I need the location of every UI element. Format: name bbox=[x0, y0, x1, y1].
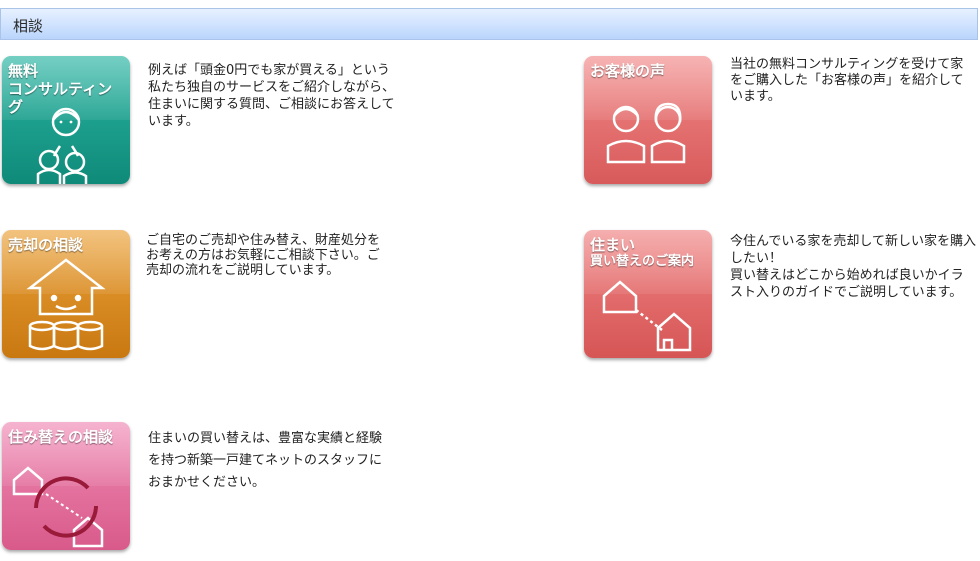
voices-description: 当社の無料コンサルティングを受けて家をご購入した「お客様の声」を紹介しています。 bbox=[730, 57, 964, 104]
free-consulting-tile[interactable]: 無料 コンサルティング bbox=[2, 56, 130, 184]
replacement-guide-tile[interactable]: 住まい 買い替えのご案内 bbox=[584, 230, 712, 358]
tile-label: 住み替えの相談 bbox=[8, 428, 114, 446]
description-line: 買い替えはどこから始めれば良いかイラスト入りのガイドでご説明しています。 bbox=[730, 268, 964, 300]
section-title: 相談 bbox=[13, 17, 44, 35]
relocation-description: 住まいの買い替えは、豊富な実績と経験を持つ新築一戸建てネットのスタッフにおまかせ… bbox=[148, 431, 383, 490]
consulting-description: 例えば「頭金0円でも家が買える」という私たち独自のサービスをご紹介しながら、住ま… bbox=[148, 63, 396, 129]
sale-consultation-tile[interactable]: 売却の相談 bbox=[2, 230, 130, 358]
tile-label: お客様の声 bbox=[590, 62, 666, 80]
tile-label: 無料 コンサルティング bbox=[8, 62, 113, 116]
tile-label: 住まい 買い替えのご案内 bbox=[590, 236, 695, 269]
relocation-consultation-tile[interactable]: 住み替えの相談 bbox=[2, 422, 130, 550]
description-line: 今住んでいる家を売却して新しい家を購入したい！ bbox=[730, 234, 976, 266]
section-header: 相談 bbox=[0, 8, 978, 40]
customer-voices-tile[interactable]: お客様の声 bbox=[584, 56, 712, 184]
sale-description: ご自宅のご売却や住み替え、財産処分をお考えの方はお気軽にご相談下さい。ご売却の流… bbox=[146, 233, 381, 278]
tile-label: 売却の相談 bbox=[8, 236, 84, 254]
replacement-guide-description: 今住んでいる家を売却して新しい家を購入したい！ 買い替えはどこから始めれば良いか… bbox=[730, 233, 976, 301]
